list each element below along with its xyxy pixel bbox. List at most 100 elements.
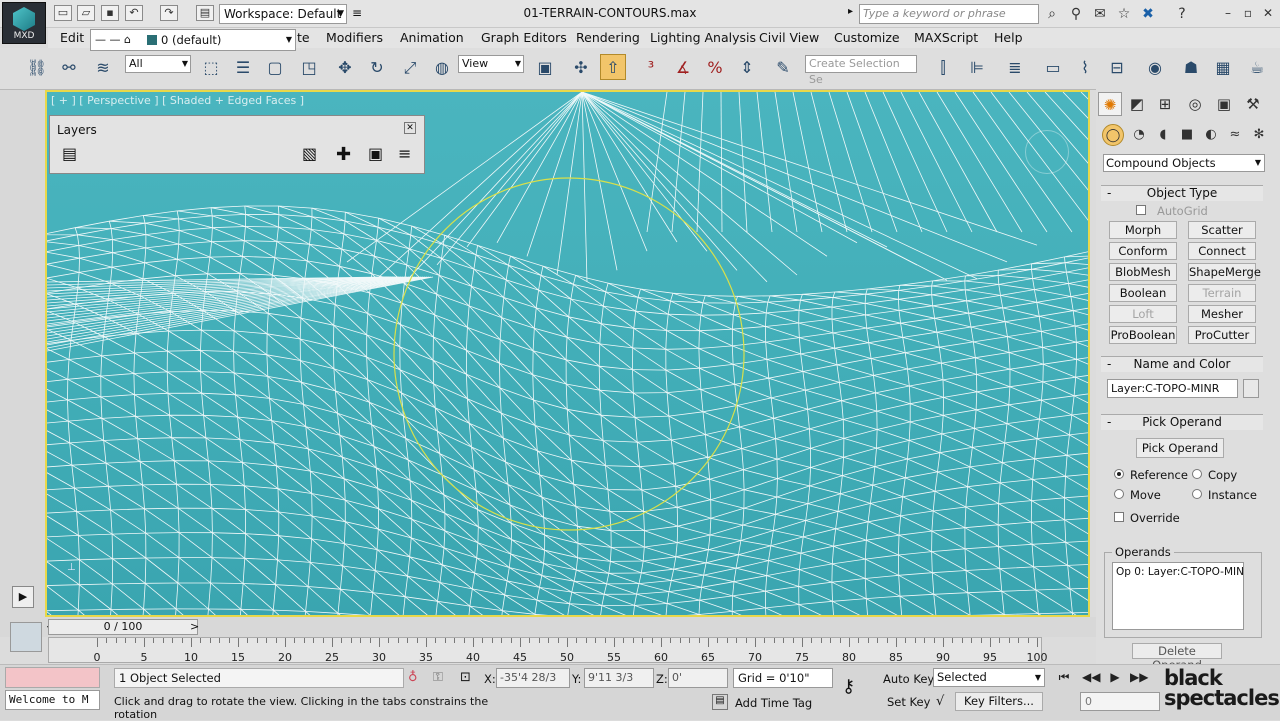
object-type-rollout-header[interactable]: - Object Type [1101,185,1263,201]
snaps-toggle-icon[interactable]: ³ [638,54,664,80]
rendered-frame-icon[interactable]: ▦ [1210,54,1236,80]
minimize-icon[interactable]: – [1218,4,1238,22]
help-icon[interactable]: ? [1172,4,1192,24]
create-layer-icon[interactable]: ▧ [302,144,317,163]
angle-snap-icon[interactable]: ∡ [670,54,696,80]
time-next-icon[interactable]: > [190,620,199,633]
conform-button[interactable]: Conform [1109,242,1177,260]
menu-lighting-analysis[interactable]: Lighting Analysis [650,30,756,45]
menu-modifiers[interactable]: Modifiers [326,30,383,45]
spacewarps-category-icon[interactable]: ≈ [1224,124,1246,146]
restore-icon[interactable]: ▫ [1238,4,1258,22]
render-production-icon[interactable]: ☕ [1244,54,1270,80]
search-expand-icon[interactable]: ▸ [848,6,853,17]
percent-snap-icon[interactable]: % [702,54,728,80]
subscription-icon[interactable]: ⚲ [1066,4,1086,24]
object-color-swatch[interactable] [1243,379,1259,398]
close-icon[interactable]: ✕ [404,122,416,134]
menu-graph-editors[interactable]: Graph Editors [481,30,567,45]
viewcube-icon[interactable] [1025,130,1069,174]
pick-operand-button[interactable]: Pick Operand [1136,438,1224,458]
scale-icon[interactable]: ⤢ [397,54,423,80]
create-tab-icon[interactable]: ✺ [1098,92,1122,116]
key-mode-dropdown[interactable]: Selected ▼ [933,668,1045,687]
save-file-icon[interactable]: ▪ [101,5,119,21]
play-icon[interactable]: ▶ [1106,668,1124,686]
x-coordinate-field[interactable]: -35'4 28/3 [496,668,570,688]
binoculars-icon[interactable]: ⌕ [1042,4,1062,24]
loft-button[interactable]: Loft [1109,305,1177,323]
project-folder-icon[interactable]: ▤ [196,5,214,21]
isolate-selection-icon[interactable]: ♁ [408,670,418,685]
y-coordinate-field[interactable]: 9'11 3/3 [584,668,654,688]
menu-help[interactable]: Help [994,30,1023,45]
reference-radio[interactable] [1114,469,1124,479]
move-icon[interactable]: ✥ [332,54,358,80]
select-in-layer-icon[interactable]: ▣ [368,144,383,163]
current-frame-field[interactable]: 0 [1080,692,1160,711]
named-selection-set-input[interactable]: Create Selection Se [805,55,917,86]
app-logo-button[interactable]: MXD [2,2,46,44]
motion-tab-icon[interactable]: ◎ [1183,92,1207,116]
autogrid-checkbox[interactable] [1136,205,1146,215]
helpers-category-icon[interactable]: ◐ [1200,124,1222,146]
favorites-icon[interactable]: ☆ [1114,4,1134,24]
reference-coordinate-dropdown[interactable]: View ▼ [458,55,524,73]
undo-icon[interactable]: ↶ [125,5,143,21]
link-icon[interactable]: ⛓ [24,54,50,80]
auto-key-button[interactable]: Auto Key [883,672,934,686]
expand-viewport-icon[interactable]: ▶ [12,586,34,608]
key-filters-button[interactable]: Key Filters... [955,692,1043,711]
redo-icon[interactable]: ↷ [160,5,178,21]
menu-civil-view[interactable]: Civil View [759,30,819,45]
time-slider[interactable]: 0 / 100 [48,619,198,635]
move-radio[interactable] [1114,489,1124,499]
name-color-rollout-header[interactable]: - Name and Color [1101,356,1263,372]
hierarchy-tab-icon[interactable]: ⊞ [1153,92,1177,116]
mirror-icon[interactable]: ⫿ [930,54,956,80]
copy-radio[interactable] [1192,469,1202,479]
track-bar[interactable]: 0 5 10 15 20 25 30 35 40 45 50 55 60 65 70 75 80 85 90 95 10… [48,637,1048,664]
menu-maxscript[interactable]: MAXScript [914,30,978,45]
set-current-layer-icon[interactable]: ≡ [398,144,411,163]
modify-tab-icon[interactable]: ◩ [1125,92,1149,116]
maxscript-welcome-field[interactable]: Welcome to M [5,690,100,710]
previous-frame-icon[interactable]: ◀◀ [1082,668,1100,686]
instance-radio[interactable] [1192,489,1202,499]
add-time-tag[interactable]: Add Time Tag [735,696,812,710]
spinner-snap-icon[interactable]: ⇕ [734,54,760,80]
override-checkbox[interactable] [1114,512,1124,522]
rectangle-selection-icon[interactable]: ▢ [262,54,288,80]
unlink-icon[interactable]: ⚯ [56,54,82,80]
layer-explorer-icon[interactable]: ≣ [1002,54,1028,80]
maxscript-listener-mini[interactable] [5,667,100,688]
layer-manager-icon[interactable]: ▤ [62,144,77,163]
select-manipulate-icon[interactable]: ✣ [568,54,594,80]
scatter-button[interactable]: Scatter [1188,221,1256,239]
geometry-category-icon[interactable]: ◯ [1102,124,1124,146]
delete-operand-button[interactable]: Delete Operand [1132,643,1222,672]
add-to-layer-icon[interactable]: ✚ [336,144,351,165]
menu-edit[interactable]: Edit [60,30,84,45]
keyboard-shortcut-override-icon[interactable]: ⇧ [600,54,626,80]
terrain-button[interactable]: Terrain [1188,284,1256,302]
menu-animation[interactable]: Animation [400,30,464,45]
mesher-button[interactable]: Mesher [1188,305,1256,323]
z-coordinate-field[interactable]: 0' [668,668,728,688]
next-frame-icon[interactable]: ▶▶ [1130,668,1148,686]
mini-curve-editor-icon[interactable] [10,622,42,652]
communication-icon[interactable]: ✉ [1090,4,1110,24]
viewport-label[interactable]: [ + ] [ Perspective ] [ Shaded + Edged F… [51,94,304,107]
shapes-category-icon[interactable]: ◔ [1128,124,1150,146]
display-tab-icon[interactable]: ▣ [1212,92,1236,116]
set-key-icon[interactable]: ⚷ [842,676,855,697]
connect-button[interactable]: Connect [1188,242,1256,260]
time-tag-icon[interactable]: ▤ [712,694,728,710]
place-icon[interactable]: ◍ [429,54,455,80]
exchange-icon[interactable]: ✖ [1138,4,1158,24]
close-icon[interactable]: ✕ [1258,4,1278,22]
menu-customize[interactable]: Customize [834,30,900,45]
cameras-category-icon[interactable]: ■ [1176,124,1198,146]
lights-category-icon[interactable]: ◖ [1152,124,1174,146]
set-key-button[interactable]: Set Key [887,695,930,709]
